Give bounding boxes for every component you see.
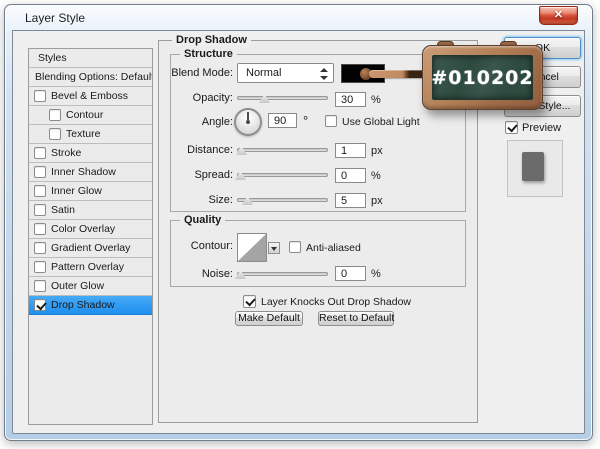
preview-checkbox[interactable] (505, 121, 518, 134)
distance-slider[interactable] (237, 148, 328, 152)
noise-label: Noise: (201, 268, 233, 280)
sidebar-item-inner-glow[interactable]: Inner Glow (29, 182, 152, 201)
blending-options-label: Blending Options: Default (35, 71, 153, 83)
styles-header-row: Styles (29, 49, 152, 68)
opacity-slider[interactable] (237, 96, 328, 100)
chalkboard-surface: #010202 (431, 55, 534, 100)
opacity-label: Opacity: (192, 92, 233, 104)
anti-aliased-label: Anti-aliased (306, 242, 361, 254)
blend-mode-label: Blend Mode: (171, 67, 233, 79)
angle-hub (246, 120, 250, 124)
inner-glow-checkbox[interactable] (34, 185, 46, 197)
sidebar-item-bevel-emboss[interactable]: Bevel & Emboss (29, 87, 152, 106)
spread-value-field[interactable]: 0 (335, 168, 366, 183)
knockout-checkbox[interactable] (243, 295, 256, 308)
noise-unit: % (371, 268, 381, 280)
drop-shadow-label: Drop Shadow (51, 299, 115, 311)
gradient-overlay-label: Gradient Overlay (51, 242, 131, 254)
satin-label: Satin (51, 204, 75, 216)
contour-thumbnail-label: Contour: (190, 240, 233, 252)
close-button[interactable]: ✕ (539, 6, 578, 25)
sidebar-item-inner-shadow[interactable]: Inner Shadow (29, 163, 152, 182)
sidebar-item-gradient-overlay[interactable]: Gradient Overlay (29, 239, 152, 258)
sidebar-item-outer-glow[interactable]: Outer Glow (29, 277, 152, 296)
inner-shadow-checkbox[interactable] (34, 166, 46, 178)
angle-unit: ° (303, 113, 309, 128)
preview-checkbox-label: Preview (522, 122, 562, 134)
satin-checkbox[interactable] (34, 204, 46, 216)
preview-swatch (522, 152, 544, 181)
reset-default-button[interactable]: Reset to Default (318, 311, 394, 326)
texture-checkbox[interactable] (49, 128, 61, 140)
sidebar-item-texture[interactable]: Texture (29, 125, 152, 144)
pattern-overlay-checkbox[interactable] (34, 261, 46, 273)
quality-group-title: Quality (180, 214, 226, 226)
distance-label: Distance: (187, 144, 233, 156)
screenshot-stage: Layer Style ✕ Styles Blending Options: D… (0, 0, 600, 449)
texture-label: Texture (66, 128, 101, 140)
spread-slider[interactable] (237, 173, 328, 177)
knockout-label: Layer Knocks Out Drop Shadow (261, 296, 411, 308)
spread-unit: % (371, 170, 381, 182)
sidebar-item-satin[interactable]: Satin (29, 201, 152, 220)
title-bar[interactable]: Layer Style ✕ (5, 5, 592, 30)
inner-glow-label: Inner Glow (51, 185, 102, 197)
structure-group-title: Structure (180, 48, 237, 60)
distance-unit: px (371, 145, 383, 157)
spread-label: Spread: (194, 169, 233, 181)
make-default-button[interactable]: Make Default (235, 311, 303, 326)
opacity-unit: % (371, 94, 381, 106)
size-unit: px (371, 195, 383, 207)
contour-dropdown-button[interactable] (268, 242, 280, 254)
opacity-value-field[interactable]: 30 (335, 92, 366, 107)
contour-label: Contour (66, 109, 104, 121)
size-label: Size: (208, 194, 233, 206)
drop-shadow-checkbox[interactable] (34, 299, 46, 311)
sidebar-item-blending-options[interactable]: Blending Options: Default (29, 68, 152, 87)
size-value-field[interactable]: 5 (335, 193, 366, 208)
styles-panel: Styles Blending Options: Default Bevel &… (28, 48, 153, 425)
noise-slider[interactable] (237, 272, 328, 276)
contour-thumbnail[interactable] (237, 233, 267, 262)
gradient-overlay-checkbox[interactable] (34, 242, 46, 254)
sidebar-item-stroke[interactable]: Stroke (29, 144, 152, 163)
sidebar-item-color-overlay[interactable]: Color Overlay (29, 220, 152, 239)
angle-value-field[interactable]: 90 (268, 113, 297, 128)
sidebar-item-pattern-overlay[interactable]: Pattern Overlay (29, 258, 152, 277)
use-global-light-label: Use Global Light (342, 116, 420, 128)
pattern-overlay-label: Pattern Overlay (51, 261, 124, 273)
angle-dial[interactable] (234, 108, 262, 136)
color-overlay-checkbox[interactable] (34, 223, 46, 235)
window-title: Layer Style (25, 11, 86, 25)
close-icon: ✕ (553, 9, 564, 21)
anti-aliased-checkbox[interactable] (289, 241, 301, 253)
use-global-light-checkbox[interactable] (325, 115, 337, 127)
styles-header-label: Styles (38, 52, 67, 64)
stroke-checkbox[interactable] (34, 147, 46, 159)
contour-checkbox[interactable] (49, 109, 61, 121)
blend-mode-select[interactable]: Normal (237, 63, 334, 83)
combo-updown-icon (320, 68, 328, 80)
angle-label: Angle: (201, 116, 233, 128)
bevel-emboss-label: Bevel & Emboss (51, 90, 129, 102)
bevel-emboss-checkbox[interactable] (34, 90, 46, 102)
chalkboard-text: #010202 (431, 66, 534, 89)
noise-value-field[interactable]: 0 (335, 266, 366, 281)
panel-title: Drop Shadow (172, 34, 251, 46)
distance-value-field[interactable]: 1 (335, 143, 366, 158)
color-overlay-label: Color Overlay (51, 223, 116, 235)
blend-mode-value: Normal (246, 67, 282, 79)
chalkboard: #010202 (422, 45, 543, 110)
sidebar-item-drop-shadow[interactable]: Drop Shadow (29, 296, 152, 315)
sidebar-item-contour[interactable]: Contour (29, 106, 152, 125)
outer-glow-label: Outer Glow (51, 280, 105, 292)
inner-shadow-label: Inner Shadow (51, 166, 116, 178)
stroke-label: Stroke (51, 147, 82, 159)
outer-glow-checkbox[interactable] (34, 280, 46, 292)
